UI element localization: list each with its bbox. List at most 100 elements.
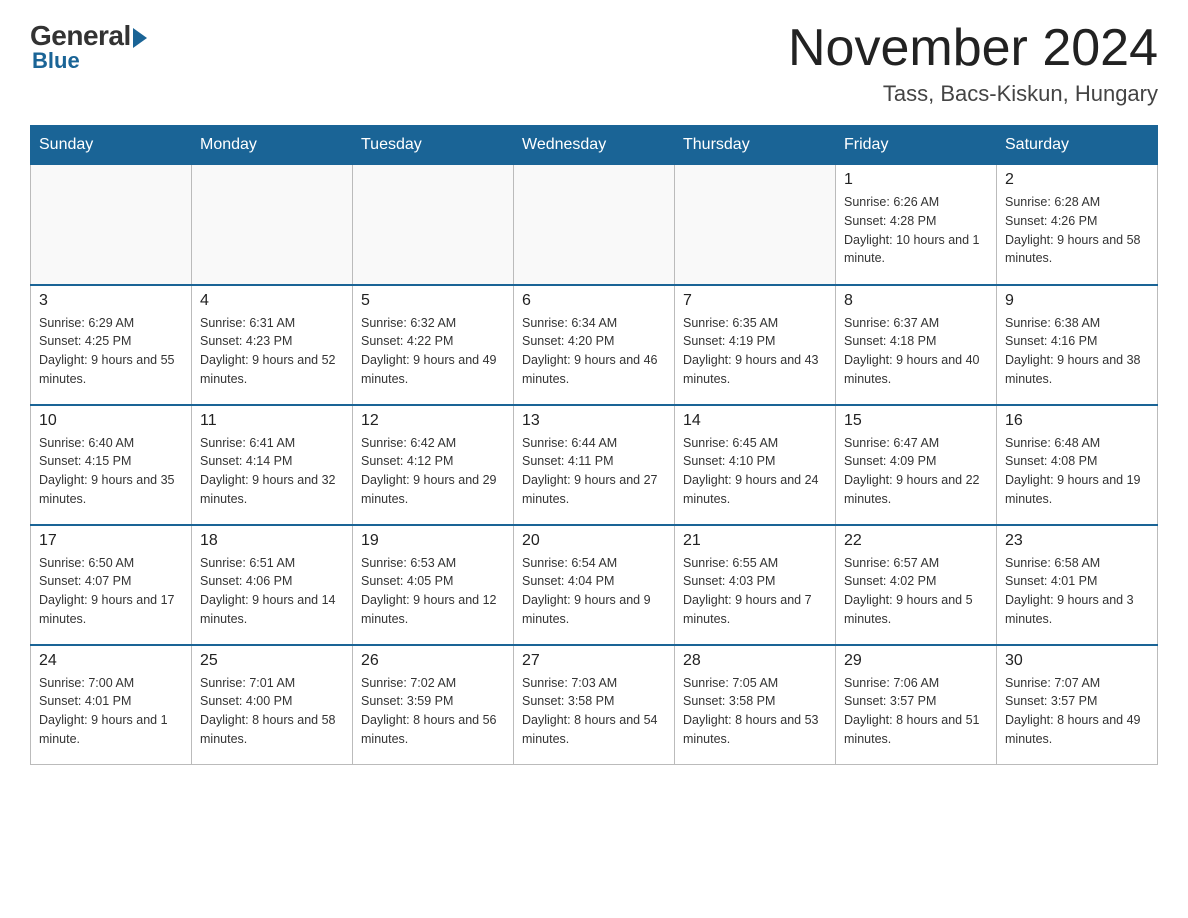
day-number: 18 <box>200 532 344 550</box>
day-info: Sunrise: 6:45 AMSunset: 4:10 PMDaylight:… <box>683 434 827 509</box>
calendar-cell: 8 Sunrise: 6:37 AMSunset: 4:18 PMDaylight… <box>836 285 997 405</box>
day-info: Sunrise: 6:47 AMSunset: 4:09 PMDaylight:… <box>844 434 988 509</box>
day-number: 1 <box>844 171 988 189</box>
day-number: 5 <box>361 292 505 310</box>
day-number: 25 <box>200 652 344 670</box>
day-number: 20 <box>522 532 666 550</box>
day-info: Sunrise: 6:26 AMSunset: 4:28 PMDaylight:… <box>844 193 988 268</box>
day-of-week-header: Thursday <box>675 126 836 165</box>
day-of-week-header: Saturday <box>997 126 1158 165</box>
day-of-week-header: Friday <box>836 126 997 165</box>
calendar-cell: 28 Sunrise: 7:05 AMSunset: 3:58 PMDayligh… <box>675 645 836 765</box>
month-title: November 2024 <box>788 20 1158 77</box>
day-info: Sunrise: 6:50 AMSunset: 4:07 PMDaylight:… <box>39 554 183 629</box>
day-number: 23 <box>1005 532 1149 550</box>
day-of-week-header: Wednesday <box>514 126 675 165</box>
calendar-cell: 4 Sunrise: 6:31 AMSunset: 4:23 PMDaylight… <box>192 285 353 405</box>
logo-triangle-icon <box>133 28 147 48</box>
day-info: Sunrise: 6:42 AMSunset: 4:12 PMDaylight:… <box>361 434 505 509</box>
day-number: 22 <box>844 532 988 550</box>
day-info: Sunrise: 7:03 AMSunset: 3:58 PMDaylight:… <box>522 674 666 749</box>
calendar-cell <box>31 165 192 285</box>
calendar-cell: 21 Sunrise: 6:55 AMSunset: 4:03 PMDayligh… <box>675 525 836 645</box>
day-number: 3 <box>39 292 183 310</box>
day-number: 30 <box>1005 652 1149 670</box>
day-number: 6 <box>522 292 666 310</box>
day-number: 26 <box>361 652 505 670</box>
calendar-cell: 24 Sunrise: 7:00 AMSunset: 4:01 PMDayligh… <box>31 645 192 765</box>
day-number: 17 <box>39 532 183 550</box>
calendar-cell <box>192 165 353 285</box>
calendar-cell: 29Sunrise: 7:06 AMSunset: 3:57 PMDayligh… <box>836 645 997 765</box>
calendar-cell: 19 Sunrise: 6:53 AMSunset: 4:05 PMDayligh… <box>353 525 514 645</box>
calendar-week-row: 3Sunrise: 6:29 AMSunset: 4:25 PMDaylight… <box>31 285 1158 405</box>
calendar-week-row: 17 Sunrise: 6:50 AMSunset: 4:07 PMDayligh… <box>31 525 1158 645</box>
calendar-cell: 26 Sunrise: 7:02 AMSunset: 3:59 PMDayligh… <box>353 645 514 765</box>
calendar-cell: 30 Sunrise: 7:07 AMSunset: 3:57 PMDayligh… <box>997 645 1158 765</box>
day-number: 8 <box>844 292 988 310</box>
calendar-cell: 10Sunrise: 6:40 AMSunset: 4:15 PMDayligh… <box>31 405 192 525</box>
calendar-week-row: 24 Sunrise: 7:00 AMSunset: 4:01 PMDayligh… <box>31 645 1158 765</box>
day-number: 2 <box>1005 171 1149 189</box>
day-number: 12 <box>361 412 505 430</box>
calendar-cell: 15Sunrise: 6:47 AMSunset: 4:09 PMDayligh… <box>836 405 997 525</box>
day-info: Sunrise: 7:06 AMSunset: 3:57 PMDaylight:… <box>844 674 988 749</box>
day-info: Sunrise: 6:53 AMSunset: 4:05 PMDaylight:… <box>361 554 505 629</box>
location-title: Tass, Bacs-Kiskun, Hungary <box>788 81 1158 107</box>
calendar-cell: 7Sunrise: 6:35 AMSunset: 4:19 PMDaylight… <box>675 285 836 405</box>
day-number: 19 <box>361 532 505 550</box>
logo: General Blue <box>30 20 147 74</box>
calendar-week-row: 1 Sunrise: 6:26 AMSunset: 4:28 PMDaylight… <box>31 165 1158 285</box>
calendar-cell: 18Sunrise: 6:51 AMSunset: 4:06 PMDayligh… <box>192 525 353 645</box>
title-block: November 2024 Tass, Bacs-Kiskun, Hungary <box>788 20 1158 107</box>
day-info: Sunrise: 6:48 AMSunset: 4:08 PMDaylight:… <box>1005 434 1149 509</box>
calendar-cell: 3Sunrise: 6:29 AMSunset: 4:25 PMDaylight… <box>31 285 192 405</box>
calendar-cell: 11 Sunrise: 6:41 AMSunset: 4:14 PMDayligh… <box>192 405 353 525</box>
calendar-cell <box>353 165 514 285</box>
calendar-cell: 6 Sunrise: 6:34 AMSunset: 4:20 PMDaylight… <box>514 285 675 405</box>
day-info: Sunrise: 6:55 AMSunset: 4:03 PMDaylight:… <box>683 554 827 629</box>
day-number: 7 <box>683 292 827 310</box>
day-info: Sunrise: 6:31 AMSunset: 4:23 PMDaylight:… <box>200 314 344 389</box>
calendar-cell: 20 Sunrise: 6:54 AMSunset: 4:04 PMDayligh… <box>514 525 675 645</box>
day-info: Sunrise: 6:34 AMSunset: 4:20 PMDaylight:… <box>522 314 666 389</box>
day-info: Sunrise: 7:07 AMSunset: 3:57 PMDaylight:… <box>1005 674 1149 749</box>
day-of-week-header: Monday <box>192 126 353 165</box>
day-number: 24 <box>39 652 183 670</box>
day-info: Sunrise: 6:38 AMSunset: 4:16 PMDaylight:… <box>1005 314 1149 389</box>
calendar-week-row: 10Sunrise: 6:40 AMSunset: 4:15 PMDayligh… <box>31 405 1158 525</box>
calendar-cell: 22Sunrise: 6:57 AMSunset: 4:02 PMDayligh… <box>836 525 997 645</box>
day-info: Sunrise: 7:02 AMSunset: 3:59 PMDaylight:… <box>361 674 505 749</box>
day-info: Sunrise: 6:32 AMSunset: 4:22 PMDaylight:… <box>361 314 505 389</box>
calendar-cell: 23 Sunrise: 6:58 AMSunset: 4:01 PMDayligh… <box>997 525 1158 645</box>
day-info: Sunrise: 6:41 AMSunset: 4:14 PMDaylight:… <box>200 434 344 509</box>
day-info: Sunrise: 6:58 AMSunset: 4:01 PMDaylight:… <box>1005 554 1149 629</box>
calendar-cell: 17 Sunrise: 6:50 AMSunset: 4:07 PMDayligh… <box>31 525 192 645</box>
day-number: 21 <box>683 532 827 550</box>
calendar-cell: 27Sunrise: 7:03 AMSunset: 3:58 PMDayligh… <box>514 645 675 765</box>
calendar-cell: 2Sunrise: 6:28 AMSunset: 4:26 PMDaylight… <box>997 165 1158 285</box>
day-of-week-header: Tuesday <box>353 126 514 165</box>
day-number: 10 <box>39 412 183 430</box>
day-number: 16 <box>1005 412 1149 430</box>
day-info: Sunrise: 6:54 AMSunset: 4:04 PMDaylight:… <box>522 554 666 629</box>
day-number: 11 <box>200 412 344 430</box>
page-header: General Blue November 2024 Tass, Bacs-Ki… <box>30 20 1158 107</box>
day-info: Sunrise: 7:01 AMSunset: 4:00 PMDaylight:… <box>200 674 344 749</box>
logo-blue-text: Blue <box>32 48 80 74</box>
day-number: 28 <box>683 652 827 670</box>
calendar-cell: 25 Sunrise: 7:01 AMSunset: 4:00 PMDayligh… <box>192 645 353 765</box>
calendar-cell: 14 Sunrise: 6:45 AMSunset: 4:10 PMDayligh… <box>675 405 836 525</box>
day-info: Sunrise: 7:05 AMSunset: 3:58 PMDaylight:… <box>683 674 827 749</box>
day-number: 14 <box>683 412 827 430</box>
calendar-cell: 16 Sunrise: 6:48 AMSunset: 4:08 PMDayligh… <box>997 405 1158 525</box>
day-number: 9 <box>1005 292 1149 310</box>
calendar-cell: 1 Sunrise: 6:26 AMSunset: 4:28 PMDaylight… <box>836 165 997 285</box>
day-info: Sunrise: 7:00 AMSunset: 4:01 PMDaylight:… <box>39 674 183 749</box>
day-info: Sunrise: 6:37 AMSunset: 4:18 PMDaylight:… <box>844 314 988 389</box>
day-number: 4 <box>200 292 344 310</box>
calendar-cell: 12 Sunrise: 6:42 AMSunset: 4:12 PMDayligh… <box>353 405 514 525</box>
calendar-cell: 5 Sunrise: 6:32 AMSunset: 4:22 PMDaylight… <box>353 285 514 405</box>
calendar-table: SundayMondayTuesdayWednesdayThursdayFrid… <box>30 125 1158 765</box>
day-number: 13 <box>522 412 666 430</box>
